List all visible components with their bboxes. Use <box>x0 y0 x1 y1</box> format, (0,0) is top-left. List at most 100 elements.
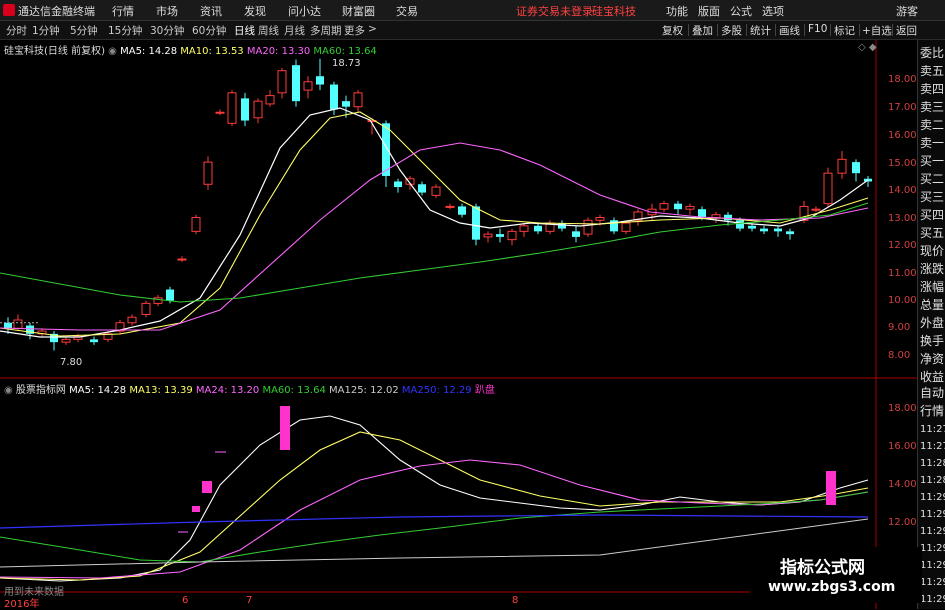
candle-body <box>394 181 402 188</box>
legend-settings-icon[interactable]: ◉ <box>4 385 13 396</box>
legend-ma20: MA20: 13.30 <box>246 46 311 57</box>
guest-label[interactable]: 游客 <box>896 3 918 19</box>
candle-body <box>277 70 287 94</box>
sidebar-label: 买三 <box>920 190 945 204</box>
candle-body <box>472 206 480 240</box>
draw-line-button[interactable]: 画线 <box>779 23 800 38</box>
tab-multi-period[interactable]: 多周期 <box>310 23 342 38</box>
time-label: 11:28 <box>920 475 945 486</box>
sidebar-label: 外盘 <box>920 316 945 330</box>
statistics-button[interactable]: 统计 <box>750 23 771 38</box>
tab-30min[interactable]: 30分钟 <box>150 23 184 38</box>
indicator-pane <box>0 406 869 582</box>
menu-wealth[interactable]: 财富圈 <box>342 3 375 19</box>
sidebar-label: 净资 <box>920 352 945 366</box>
adjust-button[interactable]: 复权 <box>662 23 683 38</box>
candle-body <box>382 123 390 176</box>
time-label: 11:29 <box>920 543 945 554</box>
indicator-title: 股票指标网 <box>15 385 66 396</box>
tab-15min[interactable]: 15分钟 <box>108 23 142 38</box>
candle-body <box>458 206 466 215</box>
candle-body <box>241 98 249 121</box>
axis-label: 9.00 <box>888 322 911 333</box>
candle-body <box>353 92 363 108</box>
candle-body <box>177 258 187 261</box>
menu-market[interactable]: 市场 <box>156 3 178 19</box>
candle-body <box>519 225 529 232</box>
main-legend: 硅宝科技(日线 前复权) ◉ MA5: 14.28 MA10: 13.53 MA… <box>4 42 377 57</box>
menu-function[interactable]: 功能 <box>666 3 688 19</box>
time-label: 11:27 <box>920 441 945 452</box>
tab-1min[interactable]: 1分钟 <box>32 23 60 38</box>
legend-settings-icon[interactable]: ◉ <box>108 46 117 57</box>
sub-legend-ma24: MA24: 13.20 <box>195 385 260 396</box>
sidebar-auto-label[interactable]: 行情 <box>920 402 944 419</box>
tab-intraday[interactable]: 分时 <box>6 23 27 38</box>
sidebar-label: 卖四 <box>920 82 945 96</box>
candle-body <box>61 338 71 343</box>
add-watchlist-button[interactable]: +自选 <box>862 23 892 38</box>
menu-news[interactable]: 资讯 <box>200 3 222 19</box>
sidebar-label: 买四 <box>920 208 945 222</box>
axis-label: 8.00 <box>888 350 911 361</box>
zoom-icon[interactable]: ◇ ◆ <box>858 42 877 53</box>
back-button[interactable]: 返回 <box>896 23 917 38</box>
mark-button[interactable]: 标记 <box>834 23 855 38</box>
tab-more[interactable]: 更多 <box>344 23 365 38</box>
main-price-pane <box>0 58 872 351</box>
ma-line <box>0 459 869 579</box>
menu-options[interactable]: 选项 <box>762 3 784 19</box>
time-label: 11:29 <box>920 560 945 571</box>
tab-daily[interactable]: 日线 <box>234 23 255 38</box>
candle-body <box>215 111 225 114</box>
menu-quotes[interactable]: 行情 <box>112 3 134 19</box>
candle-body <box>659 203 669 210</box>
stock-name: 硅宝科技 <box>592 5 636 18</box>
candle-body <box>166 289 174 301</box>
menu-ask[interactable]: 问小达 <box>288 3 321 19</box>
sidebar-label: 换手 <box>920 334 945 348</box>
axis-label: 13.00 <box>888 213 917 224</box>
watermark-url: www.zbgs3.com <box>768 579 896 595</box>
time-label: 11:29 <box>920 509 945 520</box>
candle-body <box>685 205 695 210</box>
multi-stock-button[interactable]: 多股 <box>721 23 742 38</box>
axis-label: 11.00 <box>888 268 917 279</box>
watermark-title: 指标公式网 <box>780 558 865 578</box>
tab-60min[interactable]: 60分钟 <box>192 23 226 38</box>
axis-label: 10.00 <box>888 295 917 306</box>
chart-title: 硅宝科技(日线 前复权) <box>4 46 105 57</box>
axis-label: 14.00 <box>888 185 917 196</box>
sidebar-label: 总量 <box>920 298 945 312</box>
candle-body <box>621 222 631 232</box>
candle-body <box>265 95 275 105</box>
sidebar-label: 卖三 <box>920 100 945 114</box>
menu-trade[interactable]: 交易 <box>396 3 418 19</box>
tab-5min[interactable]: 5分钟 <box>70 23 98 38</box>
login-notice[interactable]: 证券交易未登录 <box>516 3 593 19</box>
sub-legend-ma250: MA250: 12.29 <box>401 385 472 396</box>
watermark: 指标公式网 www.zbgs3.com <box>750 547 922 603</box>
axis-label: 15.00 <box>888 158 917 169</box>
sub-legend-ma60: MA60: 13.64 <box>262 385 326 396</box>
tab-monthly[interactable]: 月线 <box>284 23 305 38</box>
sidebar-label: 涨跌 <box>920 262 945 276</box>
time-label: 11:29 <box>920 577 945 588</box>
signal-bar <box>202 481 212 493</box>
sidebar-label: 现价 <box>920 244 945 258</box>
sidebar-label: 卖二 <box>920 118 945 132</box>
kline-chart[interactable] <box>0 40 917 609</box>
signal-bar <box>280 406 290 450</box>
menu-discover[interactable]: 发现 <box>244 3 266 19</box>
tab-weekly[interactable]: 周线 <box>258 23 279 38</box>
more-arrow-icon[interactable]: > <box>368 23 377 35</box>
f10-button[interactable]: F10 <box>808 23 827 35</box>
candle-body <box>507 230 517 241</box>
menu-layout[interactable]: 版面 <box>698 3 720 19</box>
candle-body <box>127 316 137 324</box>
ma-line <box>0 518 869 568</box>
legend-ma10: MA10: 13.53 <box>180 46 244 57</box>
sidebar-auto-label[interactable]: 自动 <box>920 384 944 401</box>
overlay-button[interactable]: 叠加 <box>692 23 713 38</box>
menu-formula[interactable]: 公式 <box>730 3 752 19</box>
